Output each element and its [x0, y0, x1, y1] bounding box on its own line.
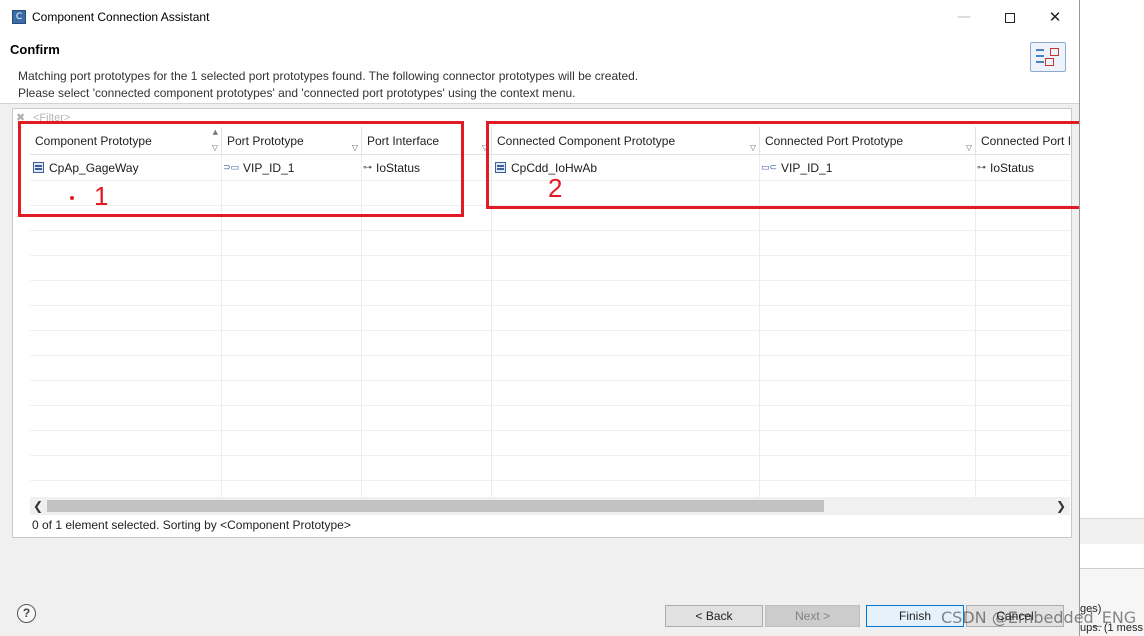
annotation-box-2 — [486, 121, 1079, 209]
next-button[interactable]: Next > — [765, 605, 860, 627]
header-message: Matching port prototypes for the 1 selec… — [18, 69, 639, 83]
minimize-button[interactable]: — — [948, 6, 980, 28]
maximize-icon — [1005, 12, 1015, 23]
header-message: Please select 'connected component proto… — [18, 86, 576, 100]
annotation-box-1 — [18, 121, 464, 217]
page-title: Confirm — [10, 42, 60, 57]
scrollbar-thumb[interactable] — [47, 500, 824, 512]
selection-status: 0 of 1 element selected. Sorting by <Com… — [32, 518, 351, 532]
background-bar — [1078, 518, 1144, 544]
watermark: CSDN @Embedded_ENG — [941, 608, 1137, 627]
annotation-label-1: 1 — [94, 181, 109, 211]
close-button[interactable]: ✕ — [1039, 6, 1071, 28]
window-title: Component Connection Assistant — [32, 10, 210, 24]
back-button[interactable]: < Back — [665, 605, 763, 627]
horizontal-scrollbar[interactable]: ❮ ❯ — [30, 497, 1070, 515]
wizard-header: Confirm Matching port prototypes for the… — [0, 34, 1079, 104]
annotation-label-2: 2 — [548, 173, 563, 203]
help-icon[interactable]: ? — [17, 604, 36, 623]
scroll-right-icon[interactable]: ❯ — [1056, 499, 1066, 513]
scroll-left-icon[interactable]: ❮ — [33, 499, 43, 513]
maximize-button[interactable] — [994, 6, 1026, 28]
title-bar: C Component Connection Assistant — ✕ — [0, 0, 1079, 34]
wizard-icon — [1030, 42, 1066, 72]
component-connection-dialog: C Component Connection Assistant — ✕ Con… — [0, 0, 1080, 636]
annotation-dot — [70, 196, 74, 200]
app-icon: C — [12, 10, 26, 24]
